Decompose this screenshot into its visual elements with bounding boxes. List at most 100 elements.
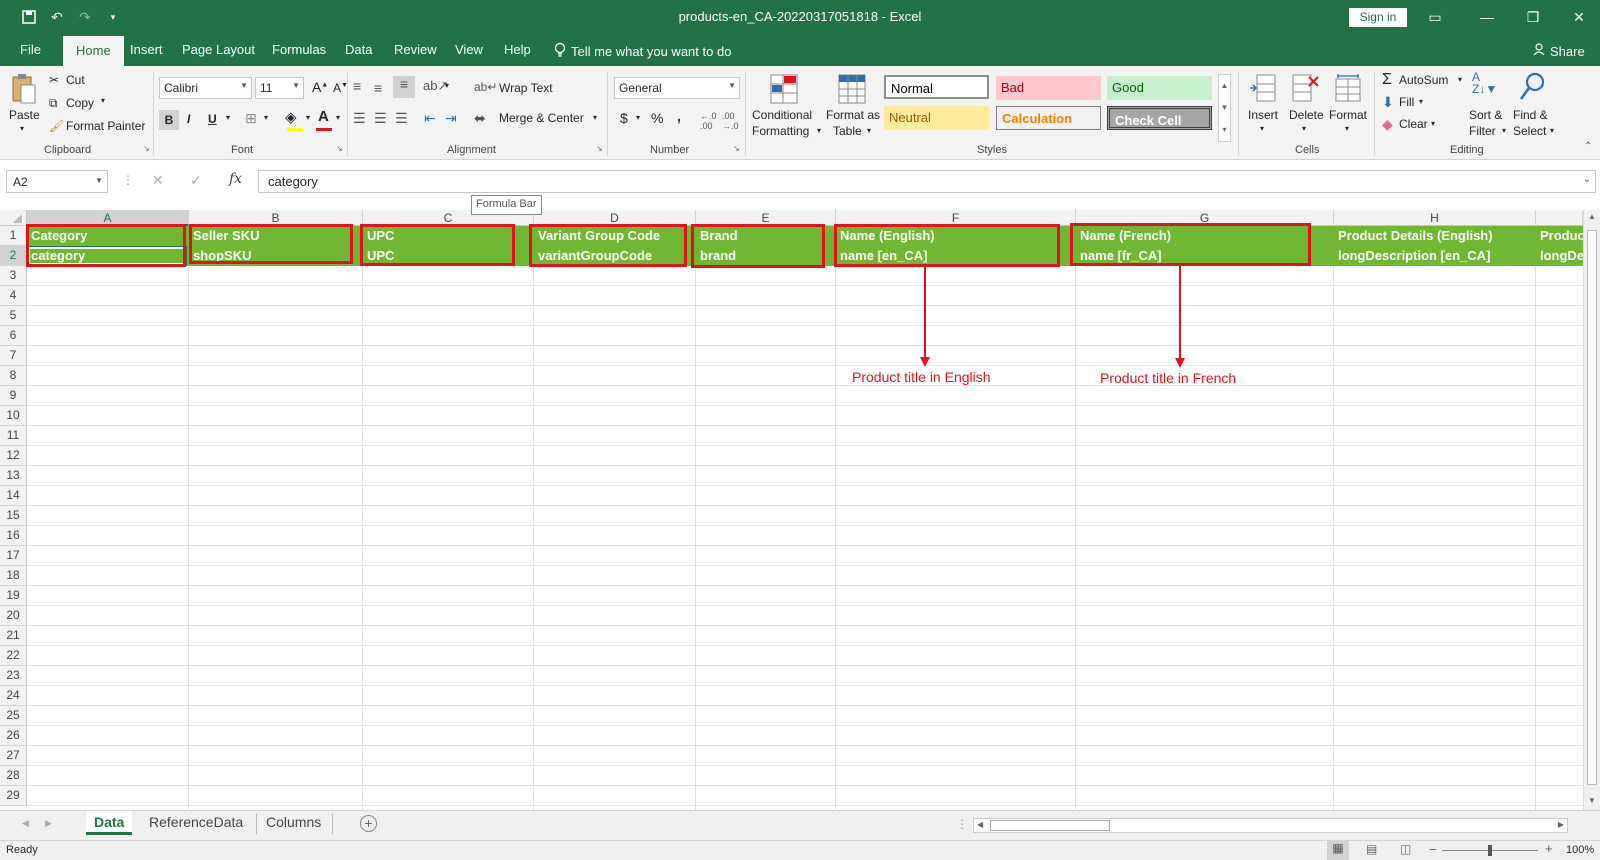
decrease-decimal-icon[interactable]: .00 →.0 (722, 111, 739, 131)
currency-button[interactable]: $ (620, 110, 628, 126)
align-center-icon[interactable]: ☰ (374, 110, 387, 127)
copy-dropdown-icon[interactable]: ▾ (101, 96, 105, 105)
row-header[interactable]: 26 (0, 726, 27, 746)
sign-in-button[interactable]: Sign in (1349, 8, 1407, 27)
next-sheet-icon[interactable]: ▶ (45, 818, 52, 829)
row-header[interactable]: 21 (0, 626, 27, 646)
zoom-in-icon[interactable]: + (1545, 841, 1553, 856)
row-header[interactable]: 2 (0, 246, 27, 266)
find-select-label-2[interactable]: Select (1513, 124, 1546, 138)
format-as-table-dropdown-icon[interactable]: ▾ (867, 126, 871, 135)
row-header[interactable]: 20 (0, 606, 27, 626)
tab-page-layout[interactable]: Page Layout (182, 42, 255, 57)
conditional-formatting-label[interactable]: Conditional (752, 108, 812, 122)
tab-help[interactable]: Help (504, 42, 531, 57)
scroll-up-icon[interactable]: ▲ (1588, 212, 1596, 221)
row-header[interactable]: 17 (0, 546, 27, 566)
fill-color-dropdown-icon[interactable]: ▾ (306, 113, 310, 122)
ribbon-display-options-icon[interactable]: ▭ (1420, 6, 1450, 28)
format-as-table-label-2[interactable]: Table (833, 124, 862, 138)
column-header-i[interactable] (1536, 210, 1583, 226)
tab-file[interactable]: File (20, 42, 41, 57)
row-header[interactable]: 7 (0, 346, 27, 366)
wrap-text-button[interactable]: Wrap Text (499, 81, 553, 95)
format-dropdown-icon[interactable]: ▾ (1345, 124, 1349, 133)
horizontal-scroll-thumb[interactable] (990, 820, 1110, 831)
style-normal[interactable]: Normal (884, 75, 989, 99)
align-left-icon[interactable]: ☰ (353, 110, 366, 127)
copy-button[interactable]: Copy (66, 96, 94, 110)
add-sheet-icon[interactable]: + (360, 815, 377, 832)
alignment-launcher-icon[interactable]: ↘ (596, 144, 603, 153)
decrease-font-icon[interactable]: A▼ (333, 81, 348, 95)
insert-dropdown-icon[interactable]: ▾ (1260, 124, 1264, 133)
zoom-slider-thumb[interactable] (1488, 845, 1492, 856)
percent-button[interactable]: % (651, 110, 663, 126)
fill-color-icon[interactable]: ◈ (285, 108, 297, 126)
tab-view[interactable]: View (455, 42, 483, 57)
vertical-scrollbar[interactable]: ▲ ▼ (1583, 210, 1600, 810)
paste-dropdown-icon[interactable]: ▾ (20, 124, 24, 133)
chevron-down-icon[interactable]: ▼ (95, 176, 103, 185)
zoom-level[interactable]: 100% (1566, 844, 1594, 856)
row-header[interactable]: 6 (0, 326, 27, 346)
borders-dropdown-icon[interactable]: ▾ (264, 113, 268, 122)
select-all-corner[interactable] (0, 210, 27, 226)
clear-button[interactable]: Clear (1399, 117, 1428, 131)
row-header[interactable]: 8 (0, 366, 27, 386)
horizontal-scrollbar[interactable]: ◀ ▶ (973, 818, 1568, 833)
cancel-icon[interactable]: ✕ (152, 172, 164, 189)
find-select-dropdown-icon[interactable]: ▾ (1550, 126, 1554, 135)
tab-review[interactable]: Review (394, 42, 437, 57)
cell-i2[interactable]: longDe (1536, 246, 1583, 266)
underline-button[interactable]: U (208, 112, 217, 126)
style-check-cell[interactable]: Check Cell (1107, 106, 1212, 130)
cut-button[interactable]: Cut (66, 73, 85, 87)
sort-filter-dropdown-icon[interactable]: ▾ (1502, 126, 1506, 135)
row-header[interactable]: 10 (0, 406, 27, 426)
merge-center-button[interactable]: Merge & Center (499, 111, 584, 125)
sheet-tab-data[interactable]: Data (86, 811, 133, 835)
row-header[interactable]: 9 (0, 386, 27, 406)
format-cells-label[interactable]: Format (1329, 108, 1367, 122)
style-bad[interactable]: Bad (996, 76, 1101, 100)
delete-cells-icon[interactable] (1290, 72, 1320, 104)
increase-font-icon[interactable]: A▲ (312, 79, 328, 95)
format-painter-button[interactable]: Format Painter (66, 119, 145, 133)
page-layout-view-icon[interactable]: ▤ (1366, 842, 1377, 856)
sheet-tab-reference-data[interactable]: ReferenceData (149, 814, 243, 830)
tab-split-handle-icon[interactable]: ⋮ (956, 817, 968, 831)
row-header[interactable]: 15 (0, 506, 27, 526)
tell-me-search[interactable]: Tell me what you want to do (554, 42, 731, 61)
tab-data[interactable]: Data (345, 42, 372, 57)
normal-view-icon[interactable]: ▦ (1327, 841, 1349, 860)
underline-dropdown-icon[interactable]: ▾ (226, 113, 230, 122)
font-color-icon[interactable]: A (318, 108, 329, 125)
increase-indent-icon[interactable]: ⇥ (445, 110, 457, 127)
row-header[interactable]: 22 (0, 646, 27, 666)
number-launcher-icon[interactable]: ↘ (733, 144, 740, 153)
fill-button[interactable]: Fill (1399, 95, 1414, 109)
row-header[interactable]: 1 (0, 226, 27, 246)
font-launcher-icon[interactable]: ↘ (336, 144, 343, 153)
insert-cells-icon[interactable] (1248, 72, 1278, 104)
row-header[interactable]: 25 (0, 706, 27, 726)
font-color-dropdown-icon[interactable]: ▾ (336, 113, 340, 122)
expand-formula-icon[interactable]: ⌄ (1583, 174, 1591, 185)
orientation-dropdown-icon[interactable]: ▾ (445, 81, 449, 90)
fill-dropdown-icon[interactable]: ▾ (1419, 97, 1423, 106)
row-header[interactable]: 19 (0, 586, 27, 606)
currency-dropdown-icon[interactable]: ▾ (636, 113, 640, 122)
style-good[interactable]: Good (1107, 76, 1212, 100)
align-top-icon[interactable]: ≡ (353, 78, 361, 94)
paste-icon[interactable] (10, 72, 38, 106)
comma-button[interactable]: , (677, 108, 681, 124)
sort-filter-icon[interactable]: A Z↓▼ (1472, 71, 1497, 95)
autosum-button[interactable]: AutoSum (1399, 73, 1448, 87)
tab-insert[interactable]: Insert (130, 42, 163, 57)
row-header[interactable]: 24 (0, 686, 27, 706)
increase-decimal-icon[interactable]: ←.0.00 (700, 111, 717, 131)
font-name-combo[interactable]: Calibri ▼ (159, 77, 252, 99)
tab-formulas[interactable]: Formulas (272, 42, 326, 57)
scroll-right-icon[interactable]: ▶ (1558, 820, 1564, 829)
